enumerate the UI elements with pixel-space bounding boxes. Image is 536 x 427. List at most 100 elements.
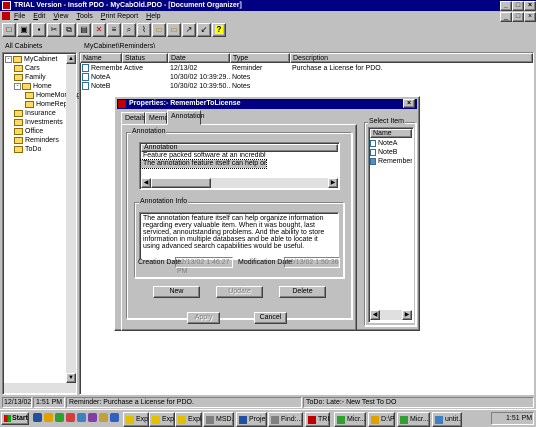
menu-tools[interactable]: Tools (72, 11, 96, 22)
tree-hscrollbar[interactable] (4, 383, 66, 393)
collapse-icon[interactable]: - (14, 82, 21, 90)
tree-item[interactable]: - Home (14, 82, 52, 91)
apply-button[interactable]: Apply (187, 312, 220, 324)
tree-item[interactable]: Cars (14, 64, 40, 73)
app-title-bar[interactable]: TRIAL Version - Insoft PDO - MyCabOld.PD… (0, 0, 536, 11)
cut-tool-button[interactable]: ✂ (47, 23, 61, 37)
menu-edit[interactable]: Edit (29, 11, 49, 22)
table-row[interactable]: NoteA 10/30/02 10:39:29... Notes (80, 73, 533, 82)
new-tool-button[interactable]: □ (2, 23, 16, 37)
paste-tool-button[interactable]: ▤ (77, 23, 91, 37)
tree-item[interactable]: - MyCabinet (5, 55, 57, 64)
column-header-description[interactable]: Description (290, 53, 533, 63)
collapse-icon[interactable]: - (5, 55, 12, 63)
taskbar-button-label: Find:... (281, 416, 303, 423)
column-header-date[interactable]: Date (168, 53, 230, 63)
doc-close-button[interactable]: × (524, 12, 536, 22)
tray-clock[interactable]: 1:51 PM (506, 414, 532, 424)
new-button[interactable]: New (153, 286, 200, 298)
annotation-info-body: The annotation feature itself can help o… (143, 215, 325, 250)
folder-open-tool-button[interactable]: ▭ (167, 23, 181, 37)
export-tool-button[interactable]: ↗ (182, 23, 196, 37)
folder-icon (14, 145, 23, 153)
update-button[interactable]: Update (216, 286, 263, 298)
annotation-list-header[interactable]: Annotation (141, 144, 338, 152)
menu-print-report[interactable]: Print Report (97, 11, 142, 22)
annotation-info-label: Annotation Info (139, 198, 189, 206)
annotation-list[interactable]: Annotation Feature packed software at an… (139, 142, 340, 190)
select-list-item[interactable]: NoteA (370, 139, 412, 148)
tab-annotation[interactable]: Annotation (167, 110, 204, 125)
task-app-icon (308, 416, 316, 424)
select-item-list[interactable]: Name NoteA NoteB RememberToL... ◀ ▶ (368, 127, 414, 323)
app-icon[interactable] (2, 1, 11, 10)
tree-item-label: Office (25, 128, 44, 135)
doc-minimize-button[interactable]: _ (500, 12, 512, 22)
open-tool-button[interactable]: ▣ (17, 23, 31, 37)
tab-details[interactable]: Details (121, 112, 146, 124)
close-button[interactable]: × (524, 1, 536, 11)
copy-tool-button[interactable]: ⧉ (62, 23, 76, 37)
select-item-hscrollbar[interactable]: ◀ ▶ (370, 310, 412, 320)
scroll-up-arrow[interactable]: ▲ (66, 54, 76, 64)
menu-view[interactable]: View (49, 11, 72, 22)
tree-item[interactable]: ToDo (14, 145, 41, 154)
tree-item[interactable]: Family (14, 73, 46, 82)
menu-file[interactable]: File (10, 11, 29, 22)
column-header-name[interactable]: Name (80, 53, 122, 63)
select-scroll-left-arrow[interactable]: ◀ (370, 310, 380, 320)
select-list-item[interactable]: RememberToL... (370, 157, 412, 166)
maximize-button[interactable]: □ (512, 1, 524, 11)
table-cell: Notes (232, 83, 251, 90)
cabinet-tree[interactable]: - MyCabinet Cars Family - Home HomeMortgage Hom… (2, 52, 84, 395)
save-tool-button[interactable]: ▪ (32, 23, 46, 37)
folder-icon (14, 136, 23, 144)
delete-tool-button[interactable]: ✕ (92, 23, 106, 37)
tree-vscrollbar[interactable]: ▲ ▼ (66, 54, 76, 393)
select-scroll-right-arrow[interactable]: ▶ (402, 310, 412, 320)
tab-memo[interactable]: Memo (145, 112, 168, 124)
attach-tool-button[interactable]: ⌇ (137, 23, 151, 37)
reminder-icon (370, 157, 376, 165)
folder-tool-button[interactable]: ▭ (152, 23, 166, 37)
creation-date-field[interactable]: 12/13/02 1:46:27 PM (175, 257, 233, 275)
find-tool-button[interactable]: ⌕ (122, 23, 136, 37)
select-list-item[interactable]: NoteB (370, 148, 412, 157)
doc-icon[interactable] (2, 12, 10, 20)
delete-button[interactable]: Delete (279, 286, 326, 298)
column-header-status[interactable]: Status (122, 53, 168, 63)
tree-item[interactable]: Investments (14, 118, 63, 127)
table-row[interactable]: Remember...Active 12/13/02 Reminder Purchas… (80, 64, 533, 73)
table-cell: NoteA (91, 74, 111, 81)
taskbar-button-label: MSD... (216, 416, 234, 423)
dialog-title-bar[interactable]: Properties:- RememberToLicense × (117, 99, 417, 109)
open-icon: ▣ (20, 25, 28, 34)
column-header-type[interactable]: Type (230, 53, 290, 63)
properties-tool-button[interactable]: ≡ (107, 23, 121, 37)
toolbar: □ ▣ ▪ ✂ ⧉ ▤ ✕ ≡ ⌕ ⌇ ▭ ▭ ↗ ↙? (2, 23, 536, 39)
scroll-thumb[interactable] (151, 178, 211, 188)
modification-date-field[interactable]: 12/13/02 1:50:36 P (284, 257, 340, 268)
scroll-down-arrow[interactable]: ▼ (66, 373, 76, 383)
annotation-list-item[interactable]: Feature packed software at an incredibly… (141, 152, 266, 160)
tree-item[interactable]: Reminders (14, 136, 59, 145)
table-cell (124, 82, 168, 91)
tree-item[interactable]: Insurance (14, 109, 56, 118)
select-item-header[interactable]: Name (370, 129, 412, 138)
annotation-info-text[interactable]: The annotation feature itself can help o… (139, 212, 339, 260)
doc-restore-button[interactable]: □ (512, 12, 524, 22)
minimize-button[interactable]: _ (500, 1, 512, 11)
table-cell (292, 82, 533, 91)
tree-item[interactable]: Office (14, 127, 43, 136)
help-tool-button[interactable]: ? (212, 23, 226, 37)
dialog-close-button[interactable]: × (403, 99, 415, 108)
table-row[interactable]: NoteB 10/30/02 10:39:50... Notes (80, 82, 533, 91)
annotation-hscrollbar[interactable]: ◀ ▶ (141, 178, 338, 188)
cancel-button[interactable]: Cancel (254, 312, 287, 324)
folder-open-icon: ▭ (170, 25, 178, 34)
annotation-list-item[interactable]: The annotation feature itself can help o… (140, 159, 267, 169)
menu-help[interactable]: Help (142, 11, 164, 22)
scroll-left-arrow[interactable]: ◀ (141, 178, 151, 188)
import-tool-button[interactable]: ↙ (197, 23, 211, 37)
scroll-right-arrow[interactable]: ▶ (328, 178, 338, 188)
